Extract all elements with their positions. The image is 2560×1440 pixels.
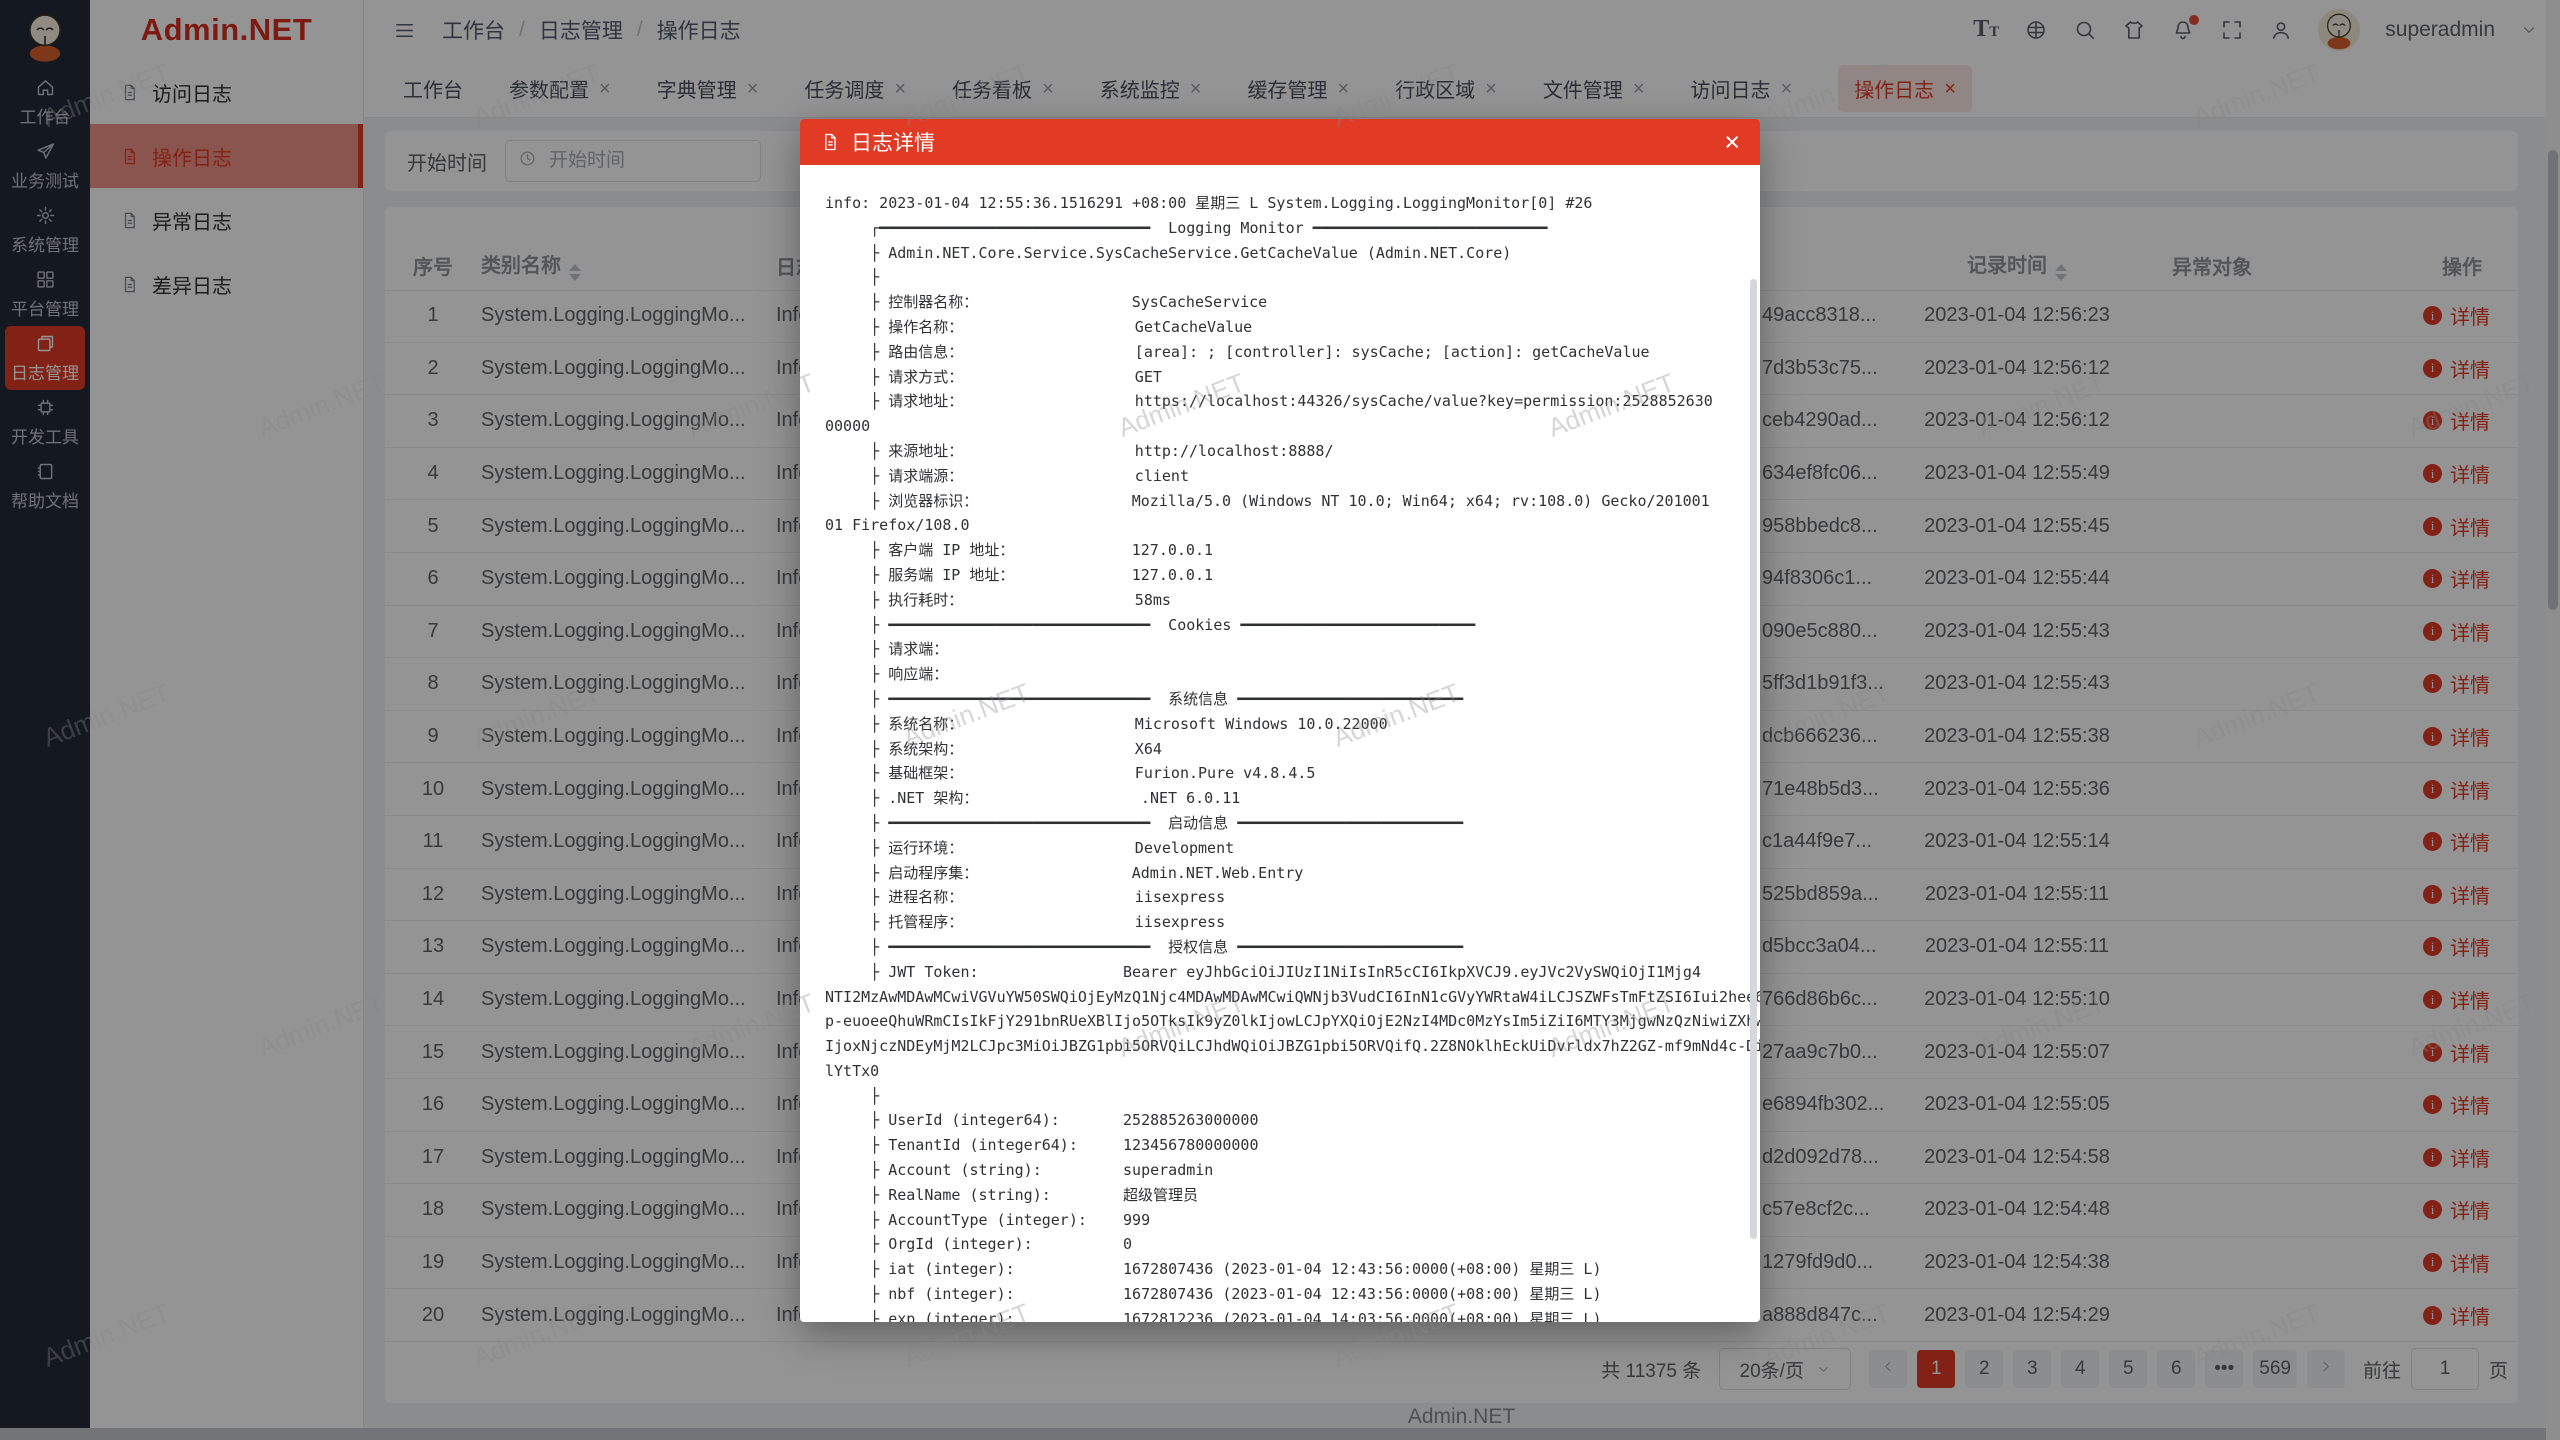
log-detail-text: info: 2023-01-04 12:55:36.1516291 +08:00… [800,165,1760,1322]
document-icon [820,132,840,152]
dialog-scrollbar-thumb[interactable] [1750,279,1757,1239]
log-detail-dialog: 日志详情 × info: 2023-01-04 12:55:36.1516291… [800,119,1760,1322]
dialog-title: 日志详情 [851,127,935,157]
dialog-body: info: 2023-01-04 12:55:36.1516291 +08:00… [800,165,1760,1322]
close-icon[interactable]: × [1724,129,1740,156]
dialog-header: 日志详情 × [800,119,1760,165]
page: 工作台业务测试系统管理平台管理日志管理开发工具帮助文档 Admin.NET 访问… [0,0,2560,1440]
